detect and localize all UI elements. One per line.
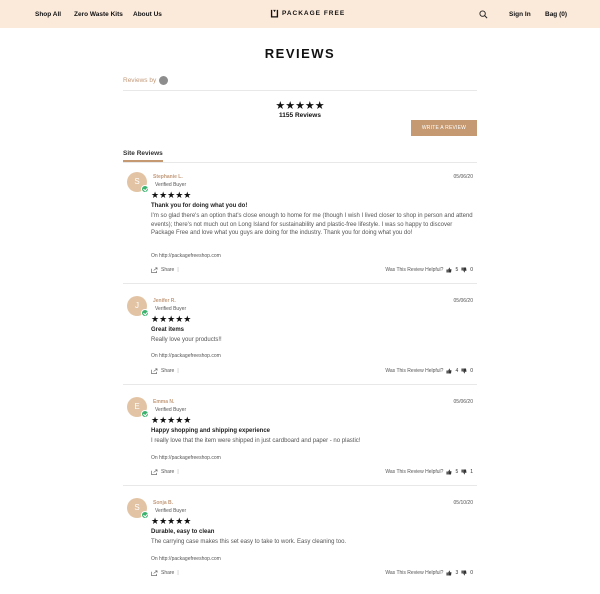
review-body: I'm so glad there's an option that's clo… [151, 213, 473, 236]
verified-check-icon [141, 185, 149, 193]
up-votes: 4 [455, 368, 459, 374]
divider [123, 162, 477, 163]
down-votes: 1 [470, 469, 473, 475]
review-source: On http://packagefreeshop.com [151, 455, 221, 461]
nav-about-us[interactable]: About Us [133, 11, 162, 18]
search-icon[interactable] [479, 10, 488, 19]
site-logo[interactable]: PACKAGE FREE [270, 9, 345, 18]
thumbs-up-icon[interactable] [446, 368, 452, 374]
share-separator: | [177, 368, 179, 374]
review-date: 05/06/20 [453, 298, 473, 304]
verified-check-icon [141, 410, 149, 418]
share-icon [151, 368, 158, 374]
share-icon [151, 469, 158, 475]
share-button[interactable]: Share | [151, 267, 179, 273]
reviews-provider-icon[interactable] [159, 76, 169, 85]
page-title: REVIEWS [264, 46, 336, 61]
review-title: Great items [151, 327, 185, 333]
thumbs-down-icon[interactable] [461, 570, 467, 576]
review-title: Thank you for doing what you do! [151, 203, 248, 209]
share-separator: | [177, 267, 179, 273]
verified-buyer-label: Verified Buyer [155, 508, 187, 514]
review-item: E Emma N. Verified Buyer 05/06/20 ★★★★★ … [123, 397, 477, 486]
review-stars: ★★★★★ [151, 190, 192, 200]
thumbs-up-icon[interactable] [446, 267, 452, 273]
review-source: On http://packagefreeshop.com [151, 556, 221, 562]
logo-icon [270, 9, 279, 18]
verified-check-icon [141, 511, 149, 519]
divider [123, 90, 477, 91]
divider [123, 384, 477, 385]
helpful-votes: Was This Review Helpful? 5 0 [385, 267, 473, 273]
tab-site-reviews[interactable]: Site Reviews [123, 150, 163, 162]
review-body: The carrying case makes this set easy to… [151, 539, 347, 545]
review-date: 05/06/20 [453, 174, 473, 180]
up-votes: 5 [455, 267, 459, 273]
share-button[interactable]: Share | [151, 469, 179, 475]
sign-in-link[interactable]: Sign In [509, 11, 531, 18]
verified-buyer-label: Verified Buyer [155, 182, 187, 188]
share-button[interactable]: Share | [151, 570, 179, 576]
thumbs-down-icon[interactable] [461, 469, 467, 475]
reviewer-name: Emma N. [153, 399, 175, 405]
helpful-votes: Was This Review Helpful? 3 0 [385, 570, 473, 576]
helpful-label: Was This Review Helpful? [385, 368, 444, 374]
helpful-label: Was This Review Helpful? [385, 267, 444, 273]
review-date: 05/06/20 [453, 399, 473, 405]
reviews-by: Reviews by [123, 76, 169, 85]
summary-review-count[interactable]: 1155 Reviews [0, 112, 600, 119]
bag-link[interactable]: Bag (0) [545, 11, 567, 18]
logo-text: PACKAGE FREE [282, 10, 346, 17]
review-item: S Sonja B. Verified Buyer 05/10/20 ★★★★★… [123, 498, 477, 587]
review-stars: ★★★★★ [151, 516, 192, 526]
review-item: J Jenifer R. Verified Buyer 05/06/20 ★★★… [123, 296, 477, 385]
review-body: Really love your products!! [151, 337, 222, 343]
share-label: Share [161, 570, 175, 576]
reviewer-name: Sonja B. [153, 500, 174, 506]
share-separator: | [177, 469, 179, 475]
review-item: S Stephanie L. Verified Buyer 05/06/20 ★… [123, 172, 477, 284]
review-title: Happy shopping and shipping experience [151, 428, 271, 434]
share-separator: | [177, 570, 179, 576]
helpful-votes: Was This Review Helpful? 4 0 [385, 368, 473, 374]
thumbs-up-icon[interactable] [446, 469, 452, 475]
reviewer-name: Jenifer R. [153, 298, 176, 304]
share-icon [151, 570, 158, 576]
down-votes: 0 [470, 570, 473, 576]
down-votes: 0 [470, 368, 473, 374]
review-stars: ★★★★★ [151, 415, 192, 425]
thumbs-up-icon[interactable] [446, 570, 452, 576]
verified-check-icon [141, 309, 149, 317]
helpful-votes: Was This Review Helpful? 5 1 [385, 469, 473, 475]
helpful-label: Was This Review Helpful? [385, 570, 444, 576]
review-source: On http://packagefreeshop.com [151, 353, 221, 359]
summary-stars: ★★★★★ [275, 100, 325, 112]
write-review-button[interactable]: WRITE A REVIEW [411, 120, 477, 136]
share-label: Share [161, 368, 175, 374]
reviewer-name: Stephanie L. [153, 174, 183, 180]
up-votes: 5 [455, 469, 459, 475]
share-label: Share [161, 267, 175, 273]
up-votes: 3 [455, 570, 459, 576]
share-button[interactable]: Share | [151, 368, 179, 374]
review-body: I really love that the item were shipped… [151, 438, 361, 444]
review-date: 05/10/20 [453, 500, 473, 506]
helpful-label: Was This Review Helpful? [385, 469, 444, 475]
verified-buyer-label: Verified Buyer [155, 407, 187, 413]
nav-shop-all[interactable]: Shop All [35, 11, 61, 18]
reviews-by-label: Reviews by [123, 77, 157, 84]
review-stars: ★★★★★ [151, 314, 192, 324]
share-icon [151, 267, 158, 273]
top-nav-bar: Shop All Zero Waste Kits About Us PACKAG… [0, 0, 600, 28]
share-label: Share [161, 469, 175, 475]
divider [123, 485, 477, 486]
verified-buyer-label: Verified Buyer [155, 306, 187, 312]
thumbs-down-icon[interactable] [461, 368, 467, 374]
divider [123, 283, 477, 284]
thumbs-down-icon[interactable] [461, 267, 467, 273]
nav-zero-waste-kits[interactable]: Zero Waste Kits [74, 11, 123, 18]
down-votes: 0 [470, 267, 473, 273]
review-source: On http://packagefreeshop.com [151, 253, 221, 259]
review-title: Durable, easy to clean [151, 529, 215, 535]
